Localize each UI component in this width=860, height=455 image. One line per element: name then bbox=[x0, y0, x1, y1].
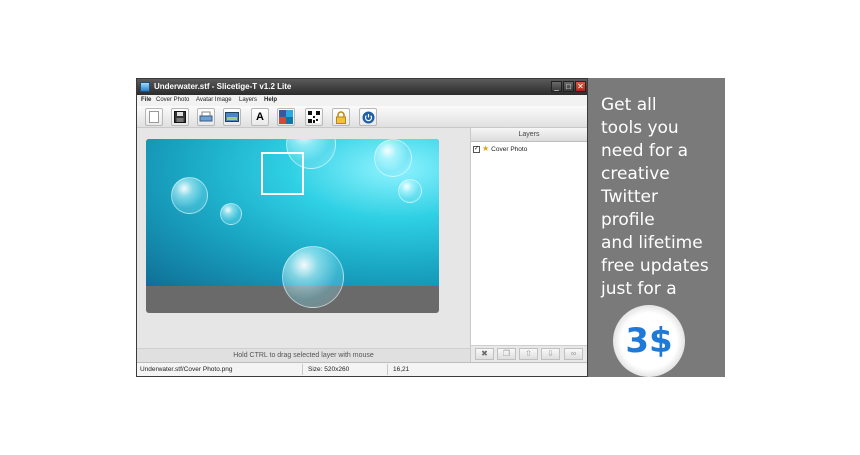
menu-avatar-image[interactable]: Avatar Image bbox=[196, 95, 232, 106]
delete-layer-button[interactable]: ✖ bbox=[475, 348, 494, 360]
status-file: Underwater.stf/Cover Photo.png bbox=[140, 366, 233, 373]
text-button[interactable]: A bbox=[251, 108, 269, 126]
hint-text: Hold CTRL to drag selected layer with mo… bbox=[137, 348, 470, 362]
layer-visibility-checkbox[interactable]: ✓ bbox=[473, 145, 480, 153]
status-divider bbox=[387, 364, 388, 375]
window-title: Underwater.stf - Slicetige-T v1.2 Lite bbox=[154, 82, 292, 91]
promo-line: just for a bbox=[601, 279, 677, 299]
link-layer-button[interactable]: ∞ bbox=[564, 348, 583, 360]
save-icon bbox=[174, 111, 186, 123]
layer-item[interactable]: ✓ ★ Cover Photo bbox=[473, 144, 527, 154]
minimize-button[interactable]: _ bbox=[551, 81, 562, 92]
promo-panel: Get all tools you need for a creative Tw… bbox=[588, 78, 725, 377]
save-button[interactable] bbox=[171, 108, 189, 126]
title-bar[interactable]: Underwater.stf - Slicetige-T v1.2 Lite _… bbox=[137, 79, 587, 95]
move-up-button[interactable]: ⇧ bbox=[519, 348, 538, 360]
duplicate-layer-button[interactable]: ❐ bbox=[497, 348, 516, 360]
layers-header: Layers bbox=[471, 128, 587, 142]
cover-photo-image[interactable] bbox=[146, 139, 439, 308]
menu-cover-photo[interactable]: Cover Photo bbox=[156, 95, 189, 106]
editor-canvas[interactable] bbox=[146, 139, 439, 313]
close-button[interactable]: ✕ bbox=[575, 81, 586, 92]
lock-button[interactable] bbox=[332, 108, 350, 126]
qr-code-icon bbox=[308, 111, 320, 123]
app-window: Underwater.stf - Slicetige-T v1.2 Lite _… bbox=[136, 78, 588, 377]
social-icon bbox=[279, 110, 293, 124]
status-coords: 16,21 bbox=[393, 366, 410, 373]
selection-frame[interactable] bbox=[261, 152, 304, 195]
promo-line: need for a bbox=[601, 141, 689, 161]
layers-panel: Layers ✓ ★ Cover Photo ✖ ❐ ⇧ ⇩ ∞ bbox=[470, 128, 587, 362]
cover-image-icon bbox=[225, 112, 239, 122]
maximize-button[interactable]: □ bbox=[563, 81, 574, 92]
bubble bbox=[220, 203, 242, 225]
print-icon bbox=[199, 111, 213, 122]
bubble bbox=[171, 177, 208, 214]
promo-line: creative bbox=[601, 164, 670, 184]
menu-file[interactable]: File bbox=[141, 95, 151, 106]
toolbar: A bbox=[137, 106, 587, 128]
move-down-button[interactable]: ⇩ bbox=[541, 348, 560, 360]
star-icon: ★ bbox=[482, 144, 490, 153]
menu-help[interactable]: Help bbox=[264, 95, 277, 106]
qr-code-button[interactable] bbox=[305, 108, 323, 126]
power-button[interactable] bbox=[359, 108, 377, 126]
status-divider bbox=[302, 364, 303, 375]
new-document-icon bbox=[149, 111, 159, 123]
bubble bbox=[398, 179, 422, 203]
price-badge: 3$ bbox=[613, 305, 685, 377]
layer-label: Cover Photo bbox=[491, 145, 528, 153]
social-button[interactable] bbox=[277, 108, 295, 126]
text-icon: A bbox=[256, 111, 264, 123]
link-icon: ∞ bbox=[570, 349, 577, 358]
menu-bar: File Cover Photo Avatar Image Layers Hel… bbox=[137, 95, 587, 106]
delete-icon: ✖ bbox=[481, 349, 488, 358]
move-down-icon: ⇩ bbox=[547, 349, 554, 358]
lock-icon bbox=[336, 110, 346, 124]
status-size: Size: 520x260 bbox=[308, 366, 350, 373]
promo-line: Twitter bbox=[601, 187, 658, 207]
promo-line: free updates bbox=[601, 256, 709, 276]
editor-canvas-area bbox=[137, 128, 470, 348]
promo-line: and lifetime bbox=[601, 233, 703, 253]
new-button[interactable] bbox=[145, 108, 163, 126]
layer-tools: ✖ ❐ ⇧ ⇩ ∞ bbox=[471, 345, 587, 362]
menu-layers[interactable]: Layers bbox=[239, 95, 257, 106]
price-label: 3$ bbox=[625, 321, 673, 361]
cover-image-button[interactable] bbox=[223, 108, 241, 126]
promo-line: profile bbox=[601, 210, 655, 230]
print-button[interactable] bbox=[197, 108, 215, 126]
promo-line: tools you bbox=[601, 118, 679, 138]
bubble bbox=[374, 139, 412, 177]
move-up-icon: ⇧ bbox=[525, 349, 532, 358]
status-bar: Underwater.stf/Cover Photo.png Size: 520… bbox=[137, 362, 587, 376]
power-icon bbox=[362, 111, 374, 123]
duplicate-icon: ❐ bbox=[502, 349, 511, 358]
promo-line: Get all bbox=[601, 95, 657, 115]
bubble bbox=[282, 246, 344, 308]
app-icon bbox=[140, 82, 150, 92]
